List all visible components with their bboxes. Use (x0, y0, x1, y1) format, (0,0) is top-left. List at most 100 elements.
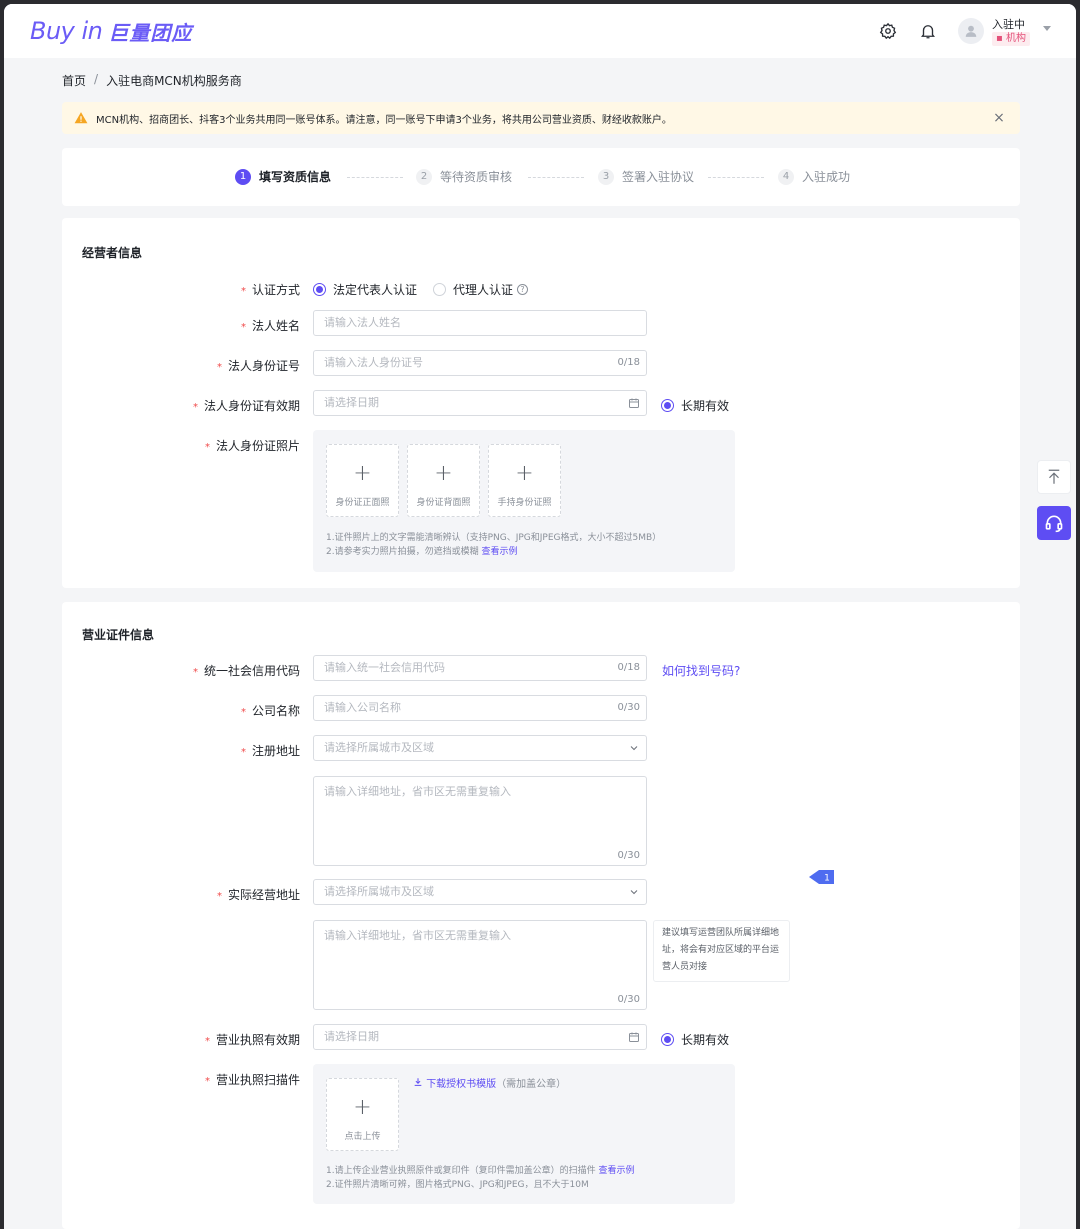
char-count: 0/18 (617, 357, 640, 368)
credit-code-input[interactable]: 请输入统一社会信用代码 0/18 (313, 655, 647, 681)
section-title: 营业证件信息 (82, 628, 155, 642)
step-label: 等待资质审核 (440, 170, 513, 184)
upload-tip-2: 2.请参考实力照片拍摄，勿遮挡或模糊 查看示例 (326, 547, 518, 557)
legal-id-label: * 法人身份证号 (216, 359, 300, 373)
step-divider (708, 177, 764, 178)
char-count: 0/30 (617, 702, 640, 713)
view-example-link[interactable]: 查看示例 (598, 1166, 634, 1176)
logo[interactable]: Buy in 巨量团应 (30, 16, 192, 46)
step-divider (347, 177, 403, 178)
reg-region-select[interactable]: 请选择所属城市及区域 (313, 735, 647, 761)
section-title: 经营者信息 (82, 246, 143, 260)
plus-icon: + (434, 461, 453, 486)
license-scan-label: * 营业执照扫描件 (204, 1073, 300, 1087)
help-icon[interactable]: ? (517, 284, 529, 295)
reg-address-label: * 注册地址 (240, 744, 300, 758)
breadcrumb-current: 入驻电商MCN机构服务商 (106, 74, 242, 88)
upload-id-front[interactable]: + 身份证正面照 (326, 444, 399, 517)
plus-icon: + (353, 1095, 372, 1120)
upload-id-back[interactable]: + 身份证背面照 (407, 444, 480, 517)
biz-address-detail-textarea[interactable]: 请输入详细地址，省市区无需重复输入 0/30 (313, 920, 647, 1010)
char-count: 0/30 (617, 994, 640, 1005)
char-count: 0/18 (617, 662, 640, 673)
license-validity-date-picker[interactable]: 请选择日期 (313, 1024, 647, 1050)
id-photo-label: * 法人身份证照片 (204, 439, 300, 453)
user-role-label: 机构 (1005, 33, 1026, 44)
biz-address-label: * 实际经营地址 (216, 888, 300, 902)
top-bar: Buy in 巨量团应 入驻中 ▪ 机构 (4, 4, 1076, 58)
upload-license[interactable]: + 点击上传 (326, 1078, 399, 1151)
caret-down-icon[interactable] (1043, 26, 1051, 31)
notice-alert: MCN机构、招商团长、抖客3个业务共用同一账号体系。请注意，同一账号下申请3个业… (62, 102, 1020, 134)
user-status: 入驻中 (992, 18, 1025, 31)
breadcrumb-separator: / (94, 72, 99, 86)
user-role-badge: ▪ 机构 (992, 32, 1030, 46)
license-info-card: 营业证件信息 * 统一社会信用代码 请输入统一社会信用代码 0/18 如何找到号码… (62, 602, 1020, 1229)
download-template-link[interactable]: 下载授权书模版 (426, 1079, 496, 1090)
download-icon (414, 1078, 422, 1086)
calendar-icon (629, 398, 639, 408)
warning-icon (74, 112, 88, 124)
customer-service-button[interactable] (1037, 506, 1071, 540)
step-label: 签署入驻协议 (622, 170, 695, 184)
step-2: 2 等待资质审核 (416, 168, 512, 185)
breadcrumb: 首页 / 入驻电商MCN机构服务商 (62, 72, 242, 89)
reg-address-detail-textarea[interactable]: 请输入详细地址，省市区无需重复输入 0/30 (313, 776, 647, 866)
chevron-down-icon (630, 746, 638, 751)
license-validity-label: * 营业执照有效期 (204, 1033, 300, 1047)
credit-code-label: * 统一社会信用代码 (192, 664, 300, 678)
step-3: 3 签署入驻协议 (598, 168, 694, 185)
logo-latin: Buy in (30, 17, 103, 45)
back-to-top-button[interactable] (1037, 460, 1071, 494)
id-validity-date-picker[interactable]: 请选择日期 (313, 390, 647, 416)
plus-icon: + (515, 461, 534, 486)
step-label: 入驻成功 (802, 170, 851, 184)
back-to-top-icon (1048, 469, 1060, 484)
step-1: 1 填写资质信息 (235, 168, 331, 185)
chevron-down-icon (630, 890, 638, 895)
calendar-icon (629, 1032, 639, 1042)
step-4: 4 入驻成功 (778, 168, 850, 185)
id-photo-upload-area: + 身份证正面照 + 身份证背面照 + 手持身份证照 1.证件照片上的文字需能清… (313, 430, 735, 572)
legal-id-input[interactable]: 请输入法人身份证号 0/18 (313, 350, 647, 376)
close-icon[interactable]: × (992, 111, 1006, 125)
headset-icon (1045, 515, 1063, 533)
avatar[interactable] (958, 18, 984, 44)
building-icon: ▪ (996, 33, 1003, 44)
legal-name-input[interactable]: 请输入法人姓名 (313, 310, 647, 336)
logo-chinese: 巨量团应 (108, 20, 193, 45)
location-marker[interactable]: 1 (807, 868, 837, 886)
breadcrumb-home[interactable]: 首页 (62, 72, 86, 89)
view-example-link[interactable]: 查看示例 (481, 547, 517, 557)
alert-text: MCN机构、招商团长、抖客3个业务共用同一账号体系。请注意，同一账号下申请3个业… (96, 114, 672, 126)
company-name-label: * 公司名称 (240, 704, 300, 718)
bell-icon[interactable] (917, 20, 939, 42)
legal-name-label: * 法人姓名 (240, 319, 300, 333)
download-template: 下载授权书模版（需加盖公章） (413, 1077, 566, 1092)
step-divider (528, 177, 584, 178)
long-term-radio[interactable]: 长期有效 (661, 397, 729, 414)
step-number: 4 (778, 168, 794, 185)
id-validity-label: * 法人身份证有效期 (192, 399, 300, 413)
progress-steps: 1 填写资质信息 2 等待资质审核 3 签署入驻协议 4 入驻成功 (62, 148, 1020, 206)
step-number: 3 (598, 168, 614, 185)
upload-id-handheld[interactable]: + 手持身份证照 (488, 444, 561, 517)
char-count: 0/30 (617, 850, 640, 861)
find-code-link[interactable]: 如何找到号码? (662, 662, 740, 679)
svg-text:1: 1 (824, 874, 830, 884)
license-tip-1: 1.请上传企业营业执照原件或复印件（复印件需加盖公章）的扫描件 查看示例 (326, 1166, 635, 1176)
company-name-input[interactable]: 请输入公司名称 0/30 (313, 695, 647, 721)
biz-region-select[interactable]: 请选择所属城市及区域 (313, 879, 647, 905)
upload-tip-1: 1.证件照片上的文字需能清晰辨认（支持PNG、JPG和JPEG格式，大小不超过5… (326, 533, 662, 543)
radio-legal-rep[interactable]: 法定代表人认证 (313, 281, 417, 298)
plus-icon: + (353, 461, 372, 486)
license-long-term-radio[interactable]: 长期有效 (661, 1031, 729, 1048)
license-tip-2: 2.证件照片清晰可辨，图片格式PNG、JPG和JPEG，且不大于10M (326, 1180, 589, 1190)
step-number: 2 (416, 168, 432, 185)
license-upload-area: + 点击上传 下载授权书模版（需加盖公章） 1.请上传企业营业执照原件或复印件（… (313, 1064, 735, 1204)
app-window: Buy in 巨量团应 入驻中 ▪ 机构 首页 / 入驻电商MCN机构服务商 M… (4, 4, 1076, 1229)
step-number: 1 (235, 168, 251, 185)
auth-method-label: * 认证方式 (240, 283, 300, 297)
radio-agent[interactable]: 代理人认证? (433, 281, 529, 298)
gear-icon[interactable] (877, 20, 899, 42)
